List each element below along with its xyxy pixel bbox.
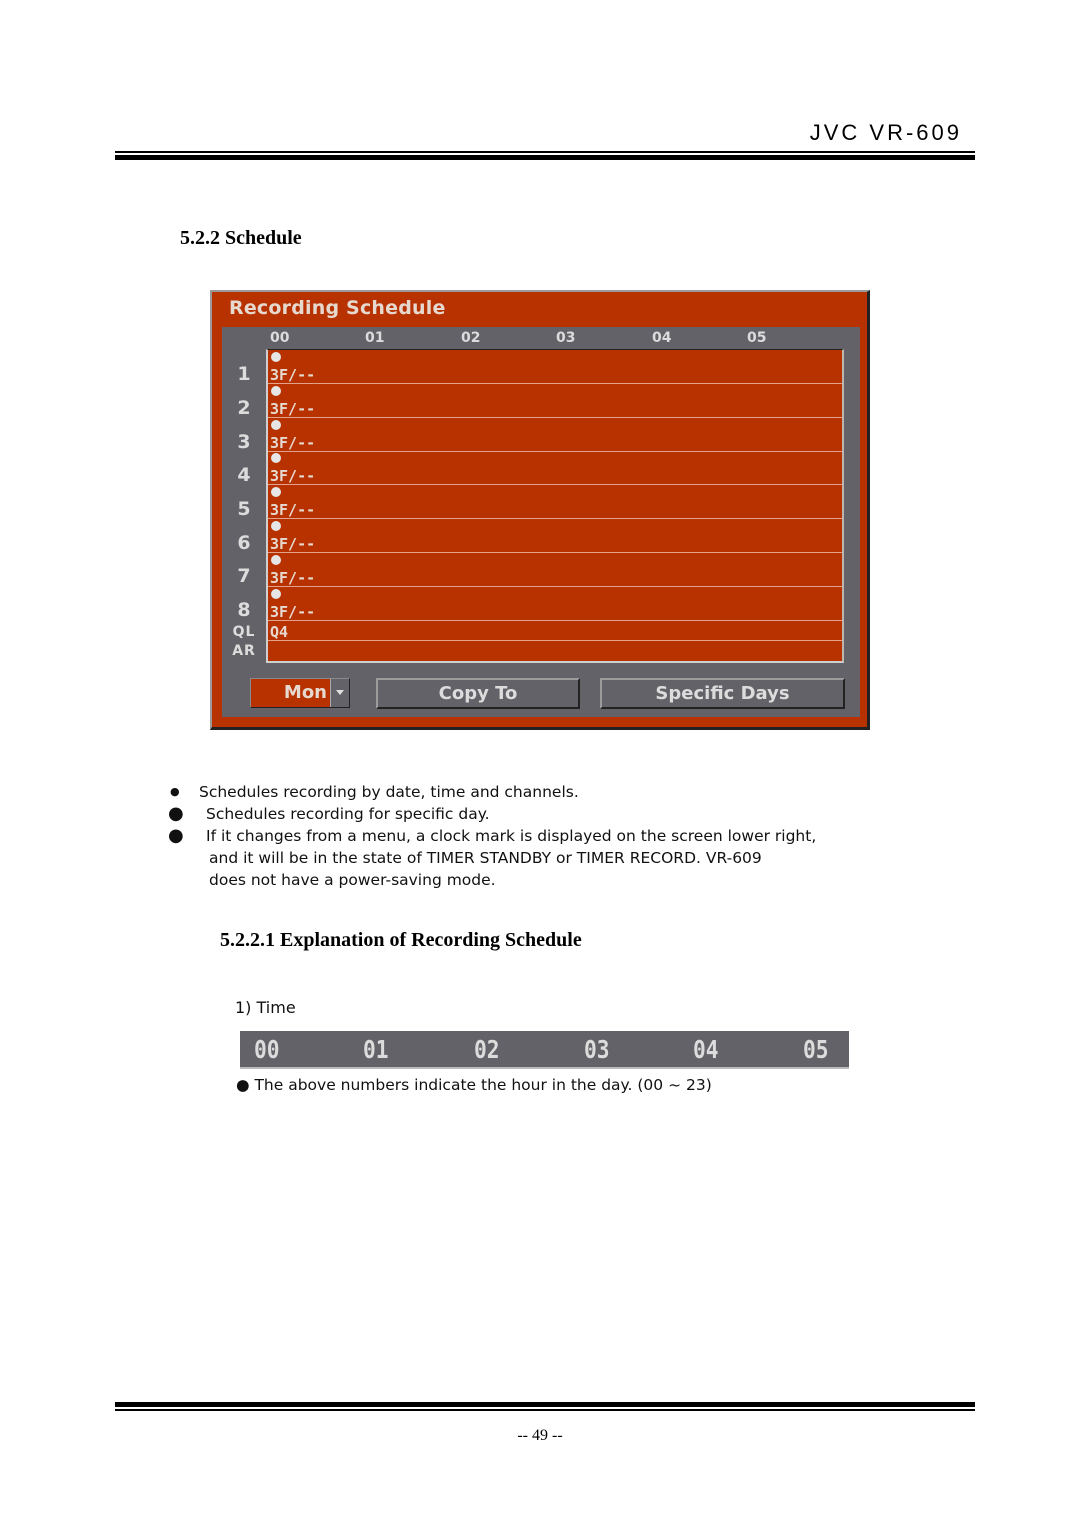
time-hour: 00 <box>254 1035 280 1064</box>
schedule-row[interactable]: 3F/-- <box>268 519 842 553</box>
cell-value: Q4 <box>270 623 289 641</box>
hour-label: 01 <box>365 330 385 346</box>
bullet-icon: ● <box>168 803 184 824</box>
cell-value: 3F/-- <box>270 569 316 587</box>
bullet-text: Schedules recording for specific day. <box>206 805 490 823</box>
panel-title: Recording Schedule <box>229 297 446 319</box>
page-number: -- 49 -- <box>517 1427 563 1444</box>
cell-value: 3F/-- <box>270 467 316 485</box>
cell-value: 3F/-- <box>270 434 316 452</box>
chevron-down-icon[interactable] <box>330 679 349 707</box>
record-dot-icon <box>271 555 281 565</box>
time-hour: 03 <box>584 1035 610 1064</box>
schedule-row[interactable]: 3F/-- <box>268 451 842 485</box>
specific-days-button[interactable]: Specific Days <box>600 678 845 709</box>
time-item-label: 1) Time <box>235 998 296 1017</box>
subsection-title: 5.2.2.1 Explanation of Recording Schedul… <box>220 929 582 951</box>
bullet-text: If it changes from a menu, a clock mark … <box>206 827 817 845</box>
recording-schedule-panel: Recording Schedule 00 01 02 03 04 05 1 2… <box>210 290 870 730</box>
channel-label: 3 <box>237 431 251 453</box>
record-dot-icon <box>271 352 281 362</box>
ar-label: AR <box>232 643 256 659</box>
channel-label: 5 <box>237 498 251 520</box>
ql-label: QL <box>232 624 256 640</box>
channel-label: 2 <box>237 397 251 419</box>
schedule-row[interactable]: 3F/-- <box>268 553 842 587</box>
schedule-row[interactable]: 3F/-- <box>268 350 842 384</box>
schedule-area: 00 01 02 03 04 05 1 2 3 4 5 6 7 8 QL AR … <box>222 327 860 717</box>
hour-label: 02 <box>461 330 481 346</box>
cell-value: 3F/-- <box>270 603 316 621</box>
hour-label: 00 <box>270 330 290 346</box>
channel-label: 1 <box>237 363 251 385</box>
schedule-row[interactable]: 3F/-- <box>268 384 842 418</box>
day-select-value: Mon <box>283 682 327 703</box>
header-rule <box>115 151 975 160</box>
hour-label: 03 <box>556 330 576 346</box>
bullet-icon: ● <box>168 825 184 846</box>
schedule-row[interactable]: 3F/-- <box>268 485 842 519</box>
schedule-row[interactable]: 3F/-- <box>268 587 842 621</box>
hour-label: 05 <box>747 330 767 346</box>
bullet-text: Schedules recording by date, time and ch… <box>199 783 579 801</box>
schedule-row[interactable]: 3F/-- <box>268 418 842 452</box>
hour-label: 04 <box>652 330 672 346</box>
cell-value: 3F/-- <box>270 400 316 418</box>
channel-label: 4 <box>237 464 251 486</box>
record-dot-icon <box>271 420 281 430</box>
record-dot-icon <box>271 487 281 497</box>
bullet-item: ● Schedules recording by date, time and c… <box>168 781 816 803</box>
cell-value: 3F/-- <box>270 501 316 519</box>
time-hour: 04 <box>693 1035 719 1064</box>
copy-to-button[interactable]: Copy To <box>376 678 580 709</box>
cell-value: 3F/-- <box>270 366 316 384</box>
ql-row[interactable]: Q4 <box>268 621 842 641</box>
record-dot-icon <box>271 453 281 463</box>
bullet-item: ● Schedules recording for specific day. <box>168 803 816 825</box>
time-hour: 05 <box>803 1035 829 1064</box>
bullet-list: ● Schedules recording by date, time and c… <box>168 781 816 891</box>
channel-label: 8 <box>237 599 251 621</box>
day-select[interactable]: Mon <box>250 678 350 708</box>
bullet-icon: ● <box>170 785 180 798</box>
time-bar: 00 01 02 03 04 05 <box>240 1031 849 1069</box>
page-header-title: JVC VR-609 <box>809 120 962 145</box>
ar-row[interactable] <box>268 641 842 660</box>
channel-label: 6 <box>237 532 251 554</box>
bullet-continuation: and it will be in the state of TIMER STA… <box>209 849 762 867</box>
record-dot-icon <box>271 386 281 396</box>
time-hour: 01 <box>363 1035 389 1064</box>
channel-label: 7 <box>237 565 251 587</box>
record-dot-icon <box>271 589 281 599</box>
bullet-continuation: does not have a power-saving mode. <box>209 871 496 889</box>
record-dot-icon <box>271 521 281 531</box>
time-note: ● The above numbers indicate the hour in… <box>236 1076 712 1094</box>
bullet-item: ● If it changes from a menu, a clock mark… <box>168 825 816 847</box>
schedule-grid[interactable]: 3F/-- 3F/-- 3F/-- 3F/-- 3F/-- 3F/-- 3F/-… <box>266 349 844 663</box>
footer-rule <box>115 1402 975 1411</box>
section-title: 5.2.2 Schedule <box>180 227 302 249</box>
cell-value: 3F/-- <box>270 535 316 553</box>
time-hour: 02 <box>474 1035 500 1064</box>
